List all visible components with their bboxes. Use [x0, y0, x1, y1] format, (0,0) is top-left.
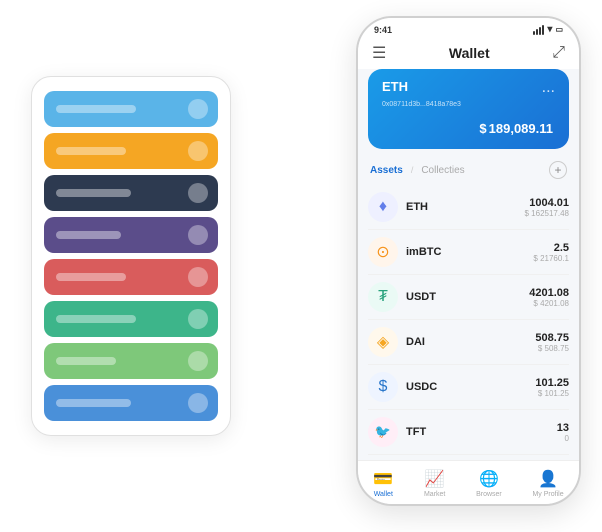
asset-usd-imbtc: $ 21760.1 [533, 254, 569, 263]
main-scene: 9:41 ▾ ▭ ☰ Wallet ⤢ [21, 16, 581, 516]
asset-amounts-dai: 508.75 $ 508.75 [535, 332, 569, 353]
card-item-3[interactable] [44, 217, 218, 253]
eth-card[interactable]: ETH ... 0x08711d3b...8418a78e3 $189,089.… [368, 69, 569, 149]
card-item-6[interactable] [44, 343, 218, 379]
signal-icon [533, 25, 544, 35]
asset-name-imbtc: imBTC [406, 246, 533, 258]
eth-balance: $189,089.11 [382, 116, 555, 139]
asset-row-usdt[interactable]: ₮ USDT 4201.08 $ 4201.08 [368, 275, 569, 320]
bottom-nav-label-0: Wallet [374, 491, 393, 498]
asset-icon-tft: 🐦 [368, 417, 398, 447]
asset-name-tft: TFT [406, 426, 557, 438]
asset-amounts-eth: 1004.01 $ 162517.48 [525, 197, 570, 218]
asset-icon-eth: ♦ [368, 192, 398, 222]
asset-name-eth: ETH [406, 201, 525, 213]
eth-address: 0x08711d3b...8418a78e3 [382, 101, 555, 108]
asset-list: ♦ ETH 1004.01 $ 162517.48 ⊙ imBTC 2.5 $ … [358, 185, 579, 460]
phone-mockup: 9:41 ▾ ▭ ☰ Wallet ⤢ [356, 16, 581, 506]
asset-amount-usdt: 4201.08 [529, 287, 569, 299]
tab-collecties[interactable]: Collecties [421, 165, 464, 176]
bottom-nav-icon-3: 👤 [538, 469, 558, 489]
card-item-1[interactable] [44, 133, 218, 169]
bottom-nav-label-2: Browser [476, 491, 502, 498]
asset-name-dai: DAI [406, 336, 535, 348]
card-item-7[interactable] [44, 385, 218, 421]
bottom-nav-market[interactable]: 📈 Market [424, 469, 445, 498]
card-stack [31, 76, 231, 436]
card-item-4[interactable] [44, 259, 218, 295]
asset-row-tft[interactable]: 🐦 TFT 13 0 [368, 410, 569, 455]
asset-icon-usdt: ₮ [368, 282, 398, 312]
bottom-nav-wallet[interactable]: 💳 Wallet [373, 469, 393, 498]
asset-amounts-usdt: 4201.08 $ 4201.08 [529, 287, 569, 308]
page-title: Wallet [449, 45, 490, 61]
asset-usd-usdt: $ 4201.08 [529, 299, 569, 308]
expand-icon[interactable]: ⤢ [552, 44, 565, 62]
asset-usd-usdc: $ 101.25 [535, 389, 569, 398]
card-item-0[interactable] [44, 91, 218, 127]
asset-icon-imbtc: ⊙ [368, 237, 398, 267]
eth-balance-symbol: $ [479, 121, 486, 136]
bottom-nav: 💳 Wallet 📈 Market 🌐 Browser 👤 My Profile [358, 460, 579, 504]
bottom-nav-icon-2: 🌐 [479, 469, 499, 489]
bottom-nav-browser[interactable]: 🌐 Browser [476, 469, 502, 498]
asset-usd-eth: $ 162517.48 [525, 209, 570, 218]
tab-separator: / [411, 165, 414, 175]
asset-icon-usdc: $ [368, 372, 398, 402]
status-icons: ▾ ▭ [533, 24, 563, 35]
eth-card-label: ETH [382, 79, 408, 94]
asset-amount-imbtc: 2.5 [533, 242, 569, 254]
card-item-2[interactable] [44, 175, 218, 211]
card-item-5[interactable] [44, 301, 218, 337]
bottom-nav-my-profile[interactable]: 👤 My Profile [532, 469, 563, 498]
asset-row-usdc[interactable]: $ USDC 101.25 $ 101.25 [368, 365, 569, 410]
bottom-nav-icon-1: 📈 [425, 469, 445, 489]
asset-row-imbtc[interactable]: ⊙ imBTC 2.5 $ 21760.1 [368, 230, 569, 275]
asset-amount-eth: 1004.01 [525, 197, 570, 209]
add-asset-button[interactable]: + [549, 161, 567, 179]
asset-amounts-tft: 13 0 [557, 422, 569, 443]
asset-amounts-imbtc: 2.5 $ 21760.1 [533, 242, 569, 263]
asset-name-usdt: USDT [406, 291, 529, 303]
tab-assets[interactable]: Assets [370, 165, 403, 176]
status-bar: 9:41 ▾ ▭ [358, 18, 579, 37]
asset-amount-dai: 508.75 [535, 332, 569, 344]
asset-amount-usdc: 101.25 [535, 377, 569, 389]
asset-usd-tft: 0 [557, 434, 569, 443]
asset-amounts-usdc: 101.25 $ 101.25 [535, 377, 569, 398]
bottom-nav-label-1: Market [424, 491, 445, 498]
bottom-nav-icon-0: 💳 [373, 469, 393, 489]
wifi-icon: ▾ [547, 24, 552, 35]
eth-card-menu[interactable]: ... [542, 79, 555, 97]
status-time: 9:41 [374, 25, 392, 35]
asset-name-usdc: USDC [406, 381, 535, 393]
asset-row-dai[interactable]: ◈ DAI 508.75 $ 508.75 [368, 320, 569, 365]
asset-usd-dai: $ 508.75 [535, 344, 569, 353]
asset-amount-tft: 13 [557, 422, 569, 434]
battery-icon: ▭ [555, 25, 563, 34]
eth-balance-value: 189,089.11 [489, 121, 553, 136]
asset-row-eth[interactable]: ♦ ETH 1004.01 $ 162517.48 [368, 185, 569, 230]
bottom-nav-label-3: My Profile [532, 491, 563, 498]
menu-icon[interactable]: ☰ [372, 43, 386, 63]
nav-bar: ☰ Wallet ⤢ [358, 37, 579, 69]
assets-header: Assets / Collecties + [358, 157, 579, 185]
asset-icon-dai: ◈ [368, 327, 398, 357]
